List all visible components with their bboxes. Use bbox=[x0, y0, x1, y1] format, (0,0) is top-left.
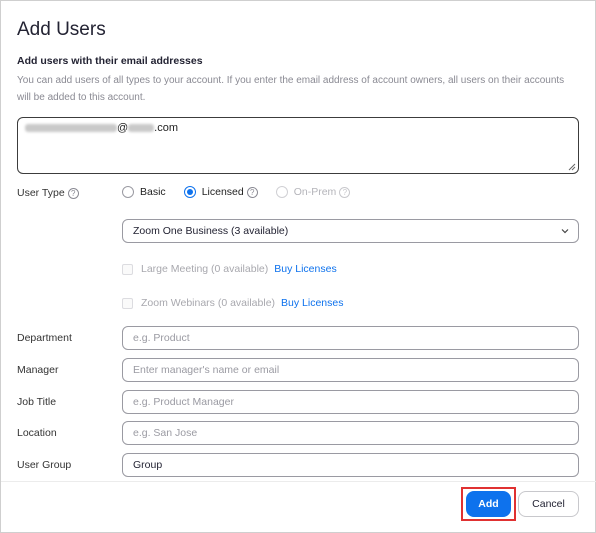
addon-label-zoom-webinars: Zoom Webinars (0 available) bbox=[141, 297, 276, 309]
addon-zoom-webinars: Zoom Webinars (0 available) Buy Licenses bbox=[122, 297, 343, 309]
help-icon[interactable]: ? bbox=[246, 186, 258, 198]
department-input[interactable] bbox=[122, 326, 579, 350]
resize-grip-icon[interactable] bbox=[568, 163, 576, 171]
radio-basic[interactable]: Basic bbox=[122, 186, 166, 198]
radio-button-licensed[interactable] bbox=[183, 186, 196, 198]
checkbox-zoom-webinars bbox=[122, 297, 133, 309]
manager-label: Manager bbox=[17, 364, 59, 376]
footer-divider bbox=[1, 481, 596, 482]
email-at-sign: @ bbox=[117, 122, 129, 134]
addon-label-large-meeting: Large Meeting (0 available) bbox=[141, 263, 269, 275]
radio-button-on-prem bbox=[275, 186, 288, 198]
addon-large-meeting: Large Meeting (0 available) Buy Licenses bbox=[122, 263, 337, 275]
buy-licenses-link[interactable]: Buy Licenses bbox=[281, 297, 343, 309]
email-textarea[interactable]: @ .com bbox=[17, 117, 579, 174]
radio-label-licensed: Licensed bbox=[201, 186, 244, 198]
help-icon[interactable]: ? bbox=[339, 186, 351, 198]
radio-licensed[interactable]: Licensed ? bbox=[183, 186, 258, 198]
cancel-button[interactable]: Cancel bbox=[518, 491, 579, 517]
dialog-title: Add Users bbox=[17, 19, 106, 40]
radio-label-basic: Basic bbox=[140, 186, 166, 198]
checkbox-large-meeting bbox=[122, 263, 133, 275]
user-type-radio-group: Basic Licensed ? On-Prem ? bbox=[122, 186, 368, 198]
user-type-label-text: User Type bbox=[17, 187, 65, 199]
email-domain-suffix: .com bbox=[154, 122, 179, 134]
job-title-input[interactable] bbox=[122, 390, 579, 414]
manager-input[interactable] bbox=[122, 358, 579, 382]
department-label: Department bbox=[17, 332, 72, 344]
license-plan-value: Zoom One Business (3 available) bbox=[133, 225, 289, 237]
radio-on-prem: On-Prem ? bbox=[275, 186, 351, 198]
redacted-email-local-part bbox=[25, 124, 117, 133]
radio-button-basic[interactable] bbox=[122, 186, 134, 198]
add-button[interactable]: Add bbox=[466, 491, 511, 517]
user-type-label: User Type? bbox=[17, 187, 79, 199]
location-input[interactable] bbox=[122, 421, 579, 445]
add-users-dialog: Add Users Add users with their email add… bbox=[0, 0, 596, 533]
job-title-label: Job Title bbox=[17, 396, 57, 408]
user-group-input[interactable] bbox=[122, 453, 579, 477]
radio-label-on-prem: On-Prem bbox=[293, 186, 337, 198]
buy-licenses-link[interactable]: Buy Licenses bbox=[274, 263, 336, 275]
license-plan-select[interactable]: Zoom One Business (3 available) bbox=[122, 219, 579, 243]
chevron-down-icon bbox=[561, 229, 569, 234]
location-label: Location bbox=[17, 427, 57, 439]
section-heading: Add users with their email addresses bbox=[17, 55, 203, 67]
section-description: You can add users of all types to your a… bbox=[17, 75, 565, 103]
help-icon[interactable]: ? bbox=[67, 187, 79, 199]
user-group-label: User Group bbox=[17, 459, 72, 471]
redacted-email-domain bbox=[128, 124, 155, 133]
